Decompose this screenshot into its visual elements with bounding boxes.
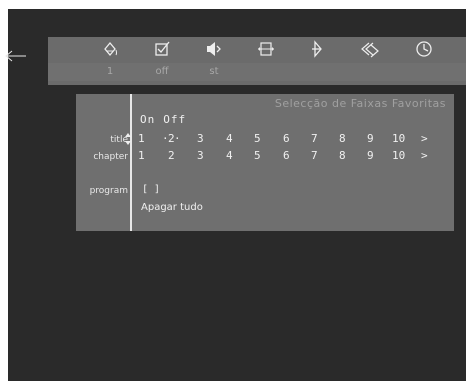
program-value[interactable]: [ ]	[142, 184, 160, 195]
title-number[interactable]: 4	[226, 132, 233, 145]
clear-all-button[interactable]: Apagar tudo	[141, 202, 203, 213]
toolbar-value-2: off	[155, 66, 169, 77]
chapter-row-label: chapter	[93, 152, 128, 162]
program-row-label: program	[89, 186, 128, 196]
chapter-number[interactable]: 4	[226, 149, 233, 162]
title-number[interactable]: 9	[367, 132, 374, 145]
up-down-arrows-icon	[125, 133, 131, 145]
chapter-number[interactable]: 2	[168, 149, 175, 162]
tv-screen: 1 off st Selecção de Faixas Favoritas On…	[5, 9, 466, 381]
chapter-number[interactable]: 1	[138, 149, 145, 162]
chapter-number[interactable]: 8	[339, 149, 346, 162]
chapter-number[interactable]: 7	[311, 149, 318, 162]
panel-title: Selecção de Faixas Favoritas	[274, 97, 446, 110]
toolbar-value-1: 1	[106, 66, 114, 77]
timer-clock-icon[interactable]	[412, 39, 436, 59]
on-off-header: On Off	[140, 113, 194, 126]
chapter-number[interactable]: 5	[254, 149, 261, 162]
title-number[interactable]: 6	[283, 132, 290, 145]
title-number[interactable]: 1	[138, 132, 145, 145]
title-next-icon[interactable]: >	[421, 132, 428, 145]
paint-bucket-icon[interactable]	[98, 39, 122, 59]
subtitle-frame-icon[interactable]	[254, 39, 278, 59]
osd-toolbar: 1 off st	[48, 37, 466, 85]
chapter-next-icon[interactable]: >	[421, 149, 428, 162]
toolbar-value-3: st	[209, 66, 219, 77]
chapter-number[interactable]: 10	[392, 149, 405, 162]
title-number[interactable]: 5	[254, 132, 261, 145]
title-number[interactable]: 7	[311, 132, 318, 145]
chapter-number[interactable]: 6	[283, 149, 290, 162]
angle-icon[interactable]	[306, 39, 330, 59]
title-number-selected[interactable]: 2	[162, 132, 180, 145]
favorite-tracks-panel: Selecção de Faixas Favoritas On Off title…	[76, 94, 454, 231]
panel-divider	[130, 94, 132, 231]
title-number[interactable]: 3	[197, 132, 204, 145]
chapter-number[interactable]: 3	[197, 149, 204, 162]
back-arrow-icon[interactable]	[4, 49, 26, 63]
checkbox-icon[interactable]	[150, 39, 174, 59]
toolbar-icons	[48, 37, 466, 61]
ab-repeat-icon[interactable]	[358, 39, 382, 59]
chapter-number[interactable]: 9	[367, 149, 374, 162]
off-option[interactable]: Off	[163, 113, 186, 126]
toolbar-values: 1 off st	[48, 63, 466, 81]
title-number[interactable]: 10	[392, 132, 405, 145]
on-option[interactable]: On	[140, 113, 155, 126]
title-number[interactable]: 8	[339, 132, 346, 145]
audio-speaker-icon[interactable]	[202, 39, 226, 59]
